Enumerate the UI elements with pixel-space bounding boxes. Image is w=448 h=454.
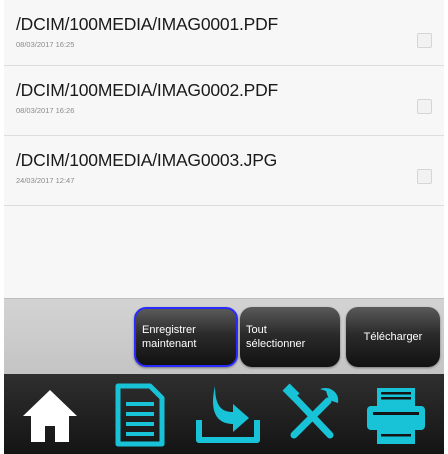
file-list: /DCIM/100MEDIA/IMAG0001.PDF 08/03/2017 1… [4,0,444,298]
save-now-button[interactable]: Enregistrer maintenant [134,307,238,367]
select-checkbox[interactable] [417,33,432,48]
select-all-label-line2: sélectionner [246,338,306,350]
file-path: /DCIM/100MEDIA/IMAG0001.PDF [16,14,279,34]
select-all-label: Tout sélectionner [246,323,305,351]
tools-icon [282,383,339,439]
scanner-icon [367,388,425,444]
list-item[interactable]: /DCIM/100MEDIA/IMAG0003.JPG 24/03/2017 1… [4,136,444,206]
select-all-button[interactable]: Tout sélectionner [240,307,340,367]
nav-documents[interactable] [100,380,180,450]
file-path: /DCIM/100MEDIA/IMAG0002.PDF [16,80,279,100]
nav-home[interactable] [10,380,90,450]
document-icon [115,383,165,447]
nav-scanner[interactable] [356,380,436,450]
file-date: 08/03/2017 16:25 [16,40,75,49]
select-checkbox[interactable] [417,99,432,114]
save-now-label-line1: Enregistrer [142,324,196,336]
download-button[interactable]: Télécharger [346,307,440,367]
download-tray-icon [196,386,260,443]
action-button-bar: Enregistrer maintenant Tout sélectionner… [4,298,444,374]
home-icon [23,390,77,442]
file-date: 08/03/2017 16:26 [16,106,75,115]
nav-tools[interactable] [272,380,352,450]
download-label: Télécharger [363,331,423,343]
nav-download[interactable] [188,380,268,450]
save-now-label-line2: maintenant [142,338,197,350]
select-all-label-line1: Tout [246,324,267,336]
app-screen: /DCIM/100MEDIA/IMAG0001.PDF 08/03/2017 1… [4,0,444,454]
save-now-label: Enregistrer maintenant [142,323,196,351]
select-checkbox[interactable] [417,169,432,184]
bottom-nav-bar [4,374,444,454]
list-item[interactable]: /DCIM/100MEDIA/IMAG0001.PDF 08/03/2017 1… [4,0,444,66]
file-date: 24/03/2017 12:47 [16,176,75,185]
file-path: /DCIM/100MEDIA/IMAG0003.JPG [16,150,278,170]
list-item[interactable]: /DCIM/100MEDIA/IMAG0002.PDF 08/03/2017 1… [4,66,444,136]
